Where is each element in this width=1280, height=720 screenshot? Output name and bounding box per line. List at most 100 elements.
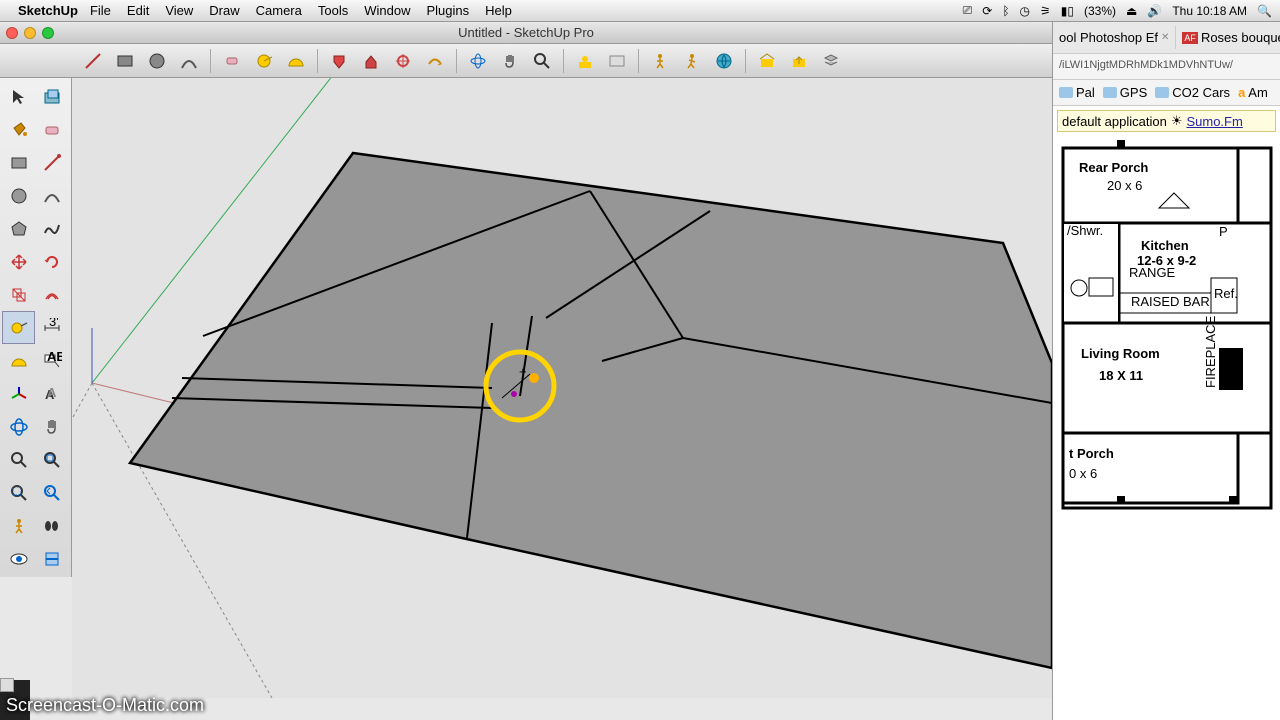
section-plane-tool[interactable] <box>35 542 68 575</box>
person-walk-icon[interactable] <box>677 47 707 75</box>
dimensions-tool[interactable]: 3' <box>35 311 68 344</box>
menu-tools[interactable]: Tools <box>318 3 348 18</box>
menu-edit[interactable]: Edit <box>127 3 149 18</box>
window-titlebar[interactable]: Untitled - SketchUp Pro <box>0 22 1052 44</box>
zoom-window-tool[interactable] <box>2 476 35 509</box>
minimize-window-button[interactable] <box>24 27 36 39</box>
rotate-tool[interactable] <box>35 245 68 278</box>
person-stand-icon[interactable] <box>645 47 675 75</box>
look-around-tool[interactable] <box>2 542 35 575</box>
orbit-tool[interactable] <box>2 410 35 443</box>
offset-tool[interactable] <box>35 278 68 311</box>
eraser-tool[interactable] <box>35 113 68 146</box>
timemachine-icon[interactable]: ◷ <box>1020 4 1030 18</box>
freehand-tool[interactable] <box>35 212 68 245</box>
layers-icon[interactable] <box>816 47 846 75</box>
fireplace-label: FIREPLACE <box>1203 315 1218 388</box>
arc-tool-icon[interactable] <box>174 47 204 75</box>
volume-icon[interactable]: 🔊 <box>1147 4 1162 18</box>
protractor-tool-icon[interactable] <box>281 47 311 75</box>
zoom-tool[interactable] <box>2 443 35 476</box>
line-tool[interactable] <box>35 146 68 179</box>
menu-file[interactable]: File <box>90 3 111 18</box>
sync-icon[interactable]: ⟳ <box>982 4 992 18</box>
zoom-window-button[interactable] <box>42 27 54 39</box>
browser-tab[interactable]: ool Photoshop Ef✕ <box>1053 26 1176 49</box>
app-name[interactable]: SketchUp <box>18 3 78 18</box>
folder-icon <box>1059 87 1073 98</box>
bluetooth-icon[interactable]: ᛒ <box>1002 4 1009 18</box>
walk-tool[interactable] <box>35 509 68 542</box>
svg-text:ABC: ABC <box>47 351 62 364</box>
tape-tool-icon[interactable] <box>249 47 279 75</box>
menu-draw[interactable]: Draw <box>209 3 239 18</box>
followme-icon[interactable] <box>420 47 450 75</box>
pan-icon[interactable] <box>495 47 525 75</box>
scale-tool[interactable] <box>2 278 35 311</box>
wifi-icon[interactable]: ⚞ <box>1040 4 1051 18</box>
previous-tool[interactable] <box>35 476 68 509</box>
tape-measure-tool[interactable] <box>2 311 35 344</box>
text-tool[interactable]: ABC <box>35 344 68 377</box>
banner-link[interactable]: Sumo.Fm <box>1186 114 1242 129</box>
bookmark[interactable]: Pal <box>1059 85 1095 100</box>
select-tool[interactable] <box>2 80 35 113</box>
range-label: RANGE <box>1129 265 1176 280</box>
3d-viewport[interactable]: + <box>72 78 1052 698</box>
polygon-tool[interactable] <box>2 212 35 245</box>
axes-tool[interactable] <box>2 377 35 410</box>
url-bar[interactable]: /iLWI1NjgtMDRhMDk1MDVhNTUw/ <box>1053 54 1280 80</box>
browser-tabstrip: ool Photoshop Ef✕ AFRoses bouquet <box>1053 22 1280 54</box>
arc-tool[interactable] <box>35 179 68 212</box>
resize-handle[interactable] <box>0 678 14 692</box>
spotlight-icon[interactable]: 🔍 <box>1257 4 1272 18</box>
default-app-banner[interactable]: default application ☀ Sumo.Fm <box>1057 110 1276 132</box>
menu-view[interactable]: View <box>165 3 193 18</box>
eject-icon[interactable]: ⏏ <box>1126 4 1137 18</box>
menu-plugins[interactable]: Plugins <box>426 3 469 18</box>
warehouse-icon[interactable] <box>752 47 782 75</box>
globe-icon[interactable] <box>709 47 739 75</box>
browser-tab[interactable]: AFRoses bouquet <box>1176 26 1280 49</box>
battery-icon[interactable]: ▮▯ <box>1061 4 1074 18</box>
position-camera-icon[interactable] <box>570 47 600 75</box>
3d-text-tool[interactable]: AA <box>35 377 68 410</box>
rectangle-tool[interactable] <box>2 146 35 179</box>
paint-bucket-tool[interactable] <box>2 113 35 146</box>
pushpull-icon[interactable] <box>356 47 386 75</box>
move-icon[interactable] <box>388 47 418 75</box>
toolbar-separator <box>638 49 639 73</box>
upload-icon[interactable] <box>784 47 814 75</box>
zoom-icon[interactable] <box>527 47 557 75</box>
pan-tool[interactable] <box>35 410 68 443</box>
position-camera-tool[interactable] <box>2 509 35 542</box>
make-component-tool[interactable] <box>35 80 68 113</box>
menu-camera[interactable]: Camera <box>256 3 302 18</box>
room-label: Rear Porch <box>1079 160 1148 175</box>
circle-tool-icon[interactable] <box>142 47 172 75</box>
bookmark[interactable]: aAm <box>1238 85 1268 100</box>
clock[interactable]: Thu 10:18 AM <box>1172 4 1247 18</box>
toolbar-separator <box>317 49 318 73</box>
walk-icon[interactable] <box>602 47 632 75</box>
menu-window[interactable]: Window <box>364 3 410 18</box>
line-tool-icon[interactable] <box>78 47 108 75</box>
ref-label: Ref. <box>1214 286 1238 301</box>
zoom-extents-tool[interactable] <box>35 443 68 476</box>
menu-help[interactable]: Help <box>485 3 512 18</box>
bookmark-label: GPS <box>1120 85 1147 100</box>
close-window-button[interactable] <box>6 27 18 39</box>
protractor-tool[interactable] <box>2 344 35 377</box>
eraser-tool-icon[interactable] <box>217 47 247 75</box>
paint-tool-icon[interactable] <box>324 47 354 75</box>
bookmark[interactable]: GPS <box>1103 85 1147 100</box>
browser-window: ool Photoshop Ef✕ AFRoses bouquet /iLWI1… <box>1052 22 1280 720</box>
circle-tool[interactable] <box>2 179 35 212</box>
screenshare-icon[interactable]: ⎚ <box>963 3 973 18</box>
rectangle-tool-icon[interactable] <box>110 47 140 75</box>
close-tab-icon[interactable]: ✕ <box>1161 32 1169 43</box>
orbit-icon[interactable] <box>463 47 493 75</box>
move-tool[interactable] <box>2 245 35 278</box>
bookmark[interactable]: CO2 Cars <box>1155 85 1230 100</box>
traffic-lights[interactable] <box>6 27 54 39</box>
